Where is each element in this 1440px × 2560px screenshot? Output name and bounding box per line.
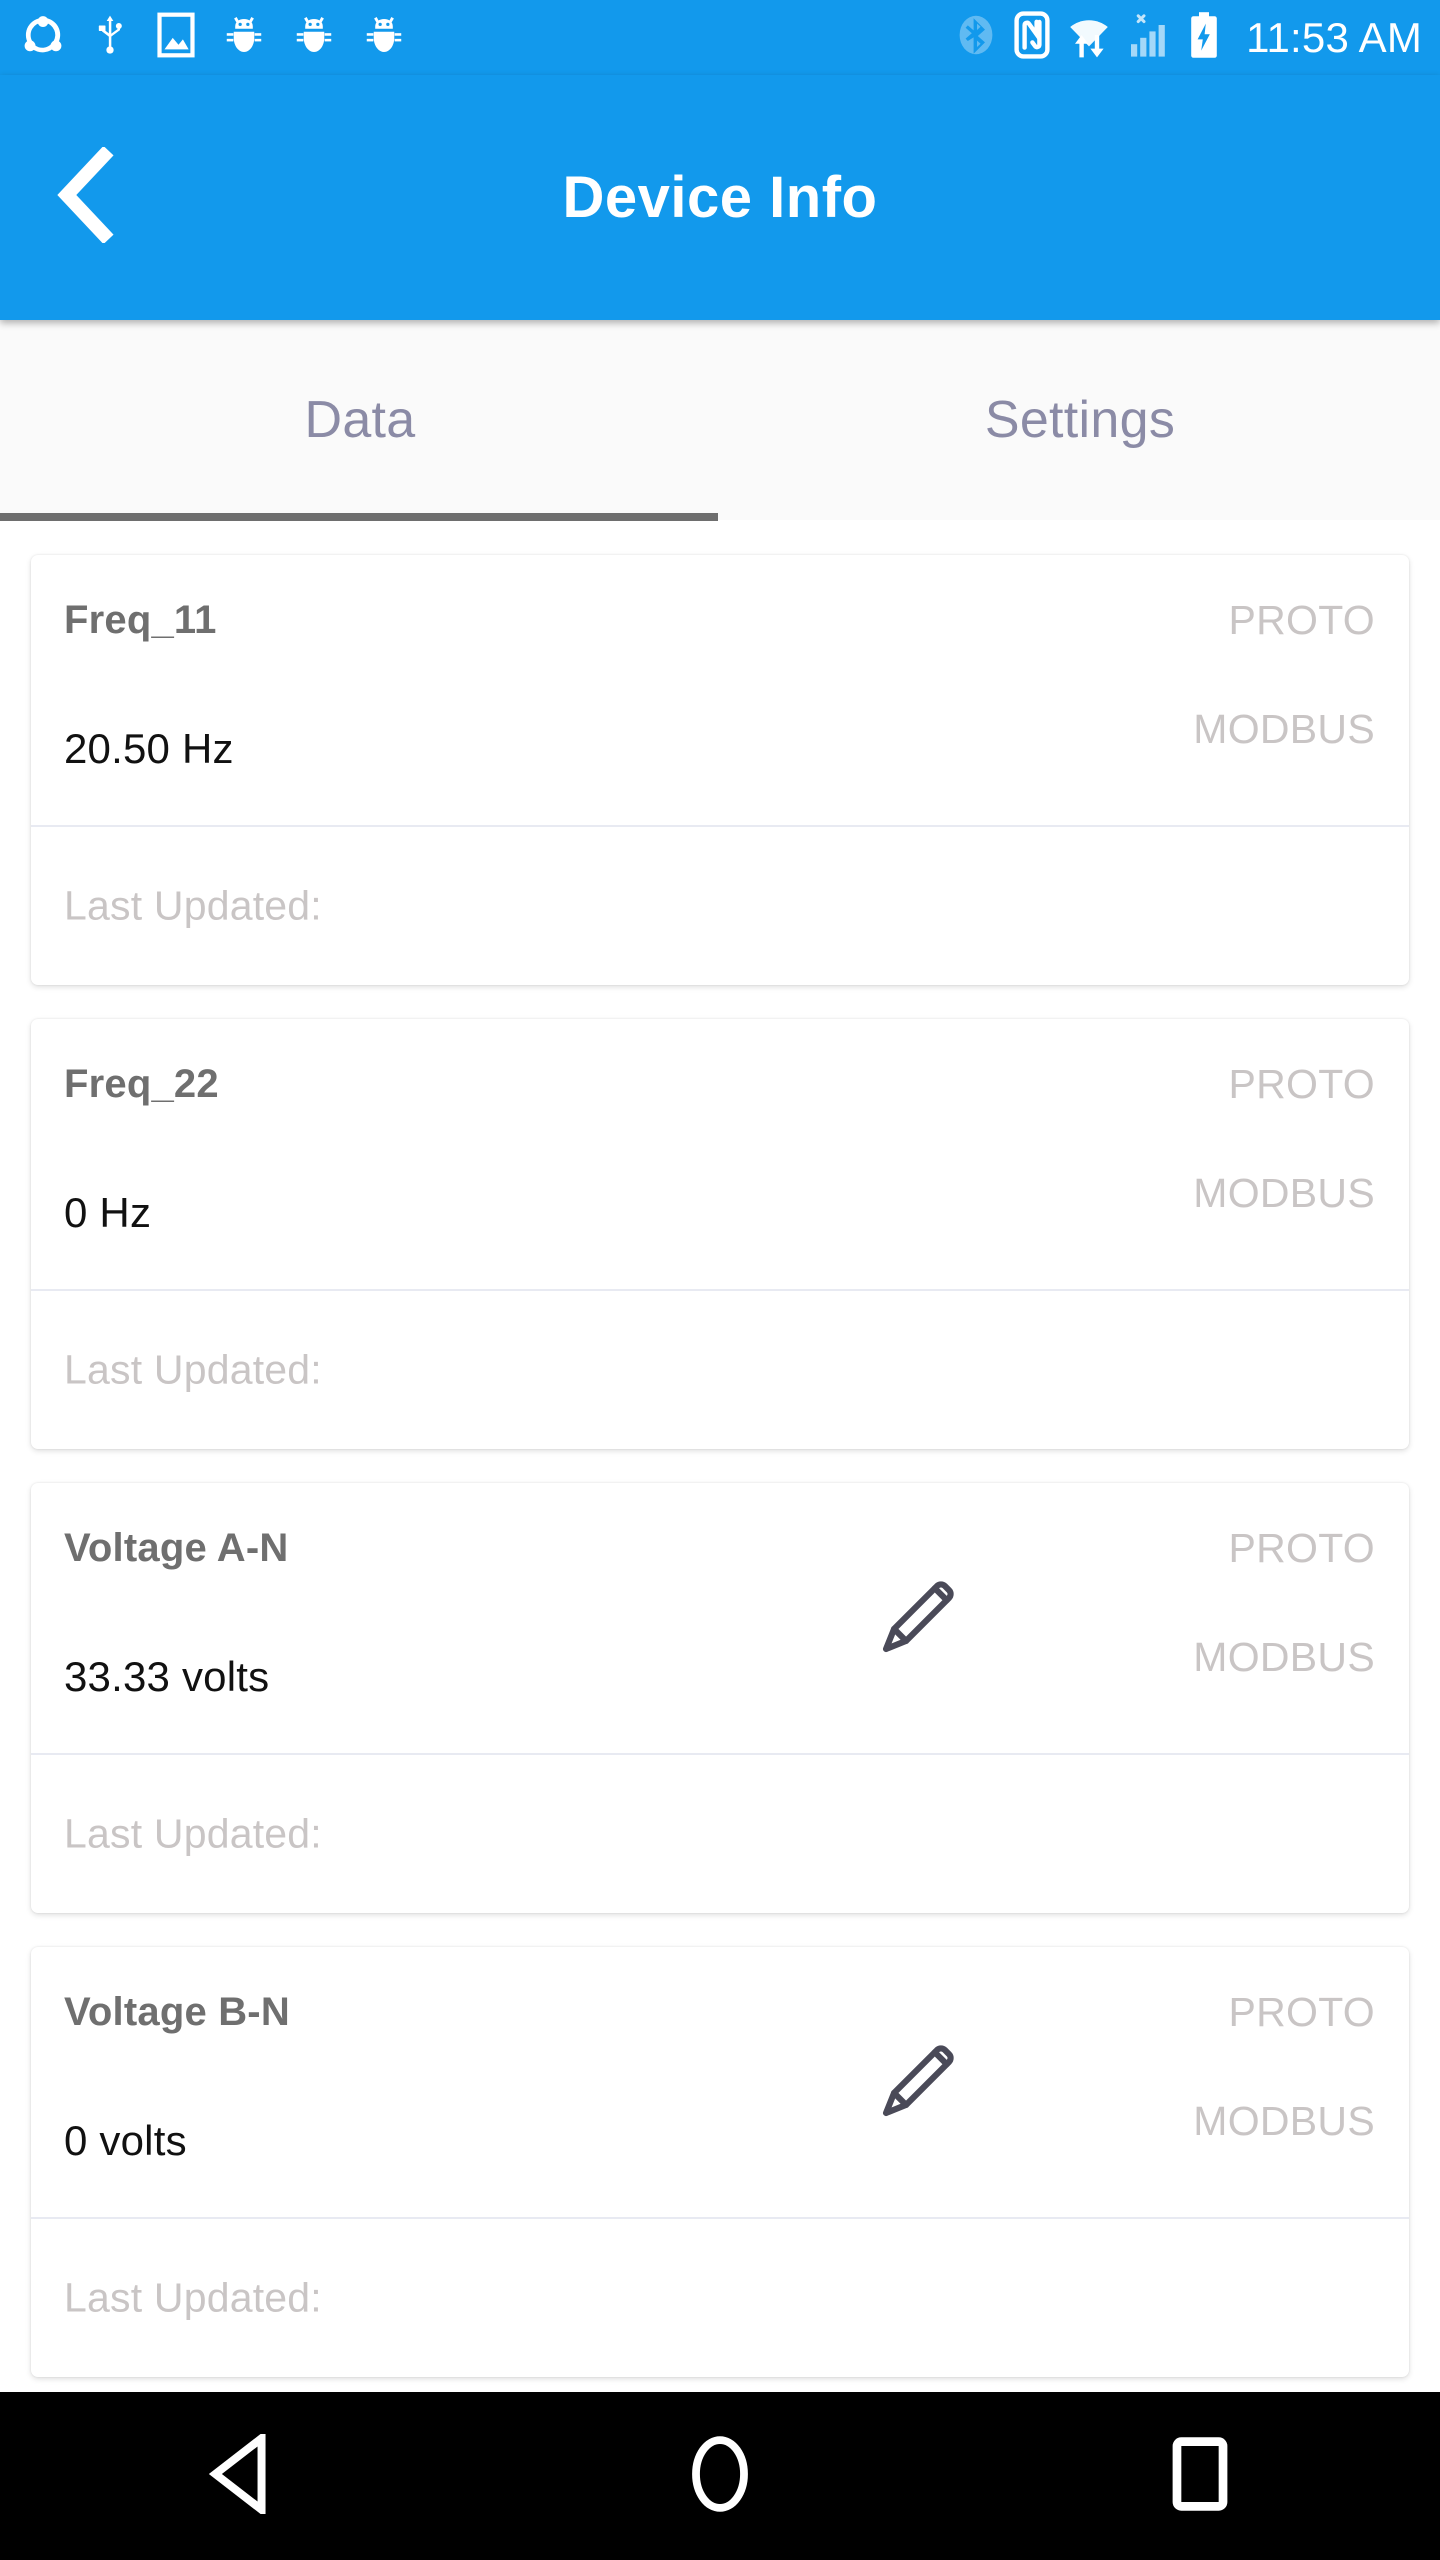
data-card-value: 33.33 volts xyxy=(64,1653,270,1700)
data-card-proto: PROTO xyxy=(1228,1525,1375,1571)
data-card[interactable]: Voltage B-N 0 volts PROTO MODBUS Last Up… xyxy=(31,1947,1409,2377)
cellular-signal-no-sim-icon xyxy=(1128,11,1172,64)
tab-active-indicator xyxy=(0,513,718,521)
data-card-modbus: MODBUS xyxy=(1193,706,1375,752)
data-card-body: Voltage B-N 0 volts PROTO MODBUS xyxy=(31,1947,1409,2217)
data-card-body: Freq_11 20.50 Hz PROTO MODBUS xyxy=(31,555,1409,825)
data-card-last-updated: Last Updated: xyxy=(64,882,322,929)
data-card-footer: Last Updated: xyxy=(31,827,1409,985)
bug-icon xyxy=(362,13,406,62)
data-card-value: 20.50 Hz xyxy=(64,725,234,772)
edit-value-button[interactable] xyxy=(843,1484,993,1754)
data-card-footer: Last Updated: xyxy=(31,1291,1409,1449)
data-card-modbus: MODBUS xyxy=(1193,1170,1375,1216)
status-bar: 11:53 AM xyxy=(0,0,1440,75)
status-bar-clock: 11:53 AM xyxy=(1246,13,1422,61)
data-card-proto: PROTO xyxy=(1228,1061,1375,1107)
data-card-footer: Last Updated: xyxy=(31,2219,1409,2377)
data-card-value: 0 volts xyxy=(64,2117,187,2164)
battery-charging-icon xyxy=(1189,11,1219,64)
nav-home-button[interactable] xyxy=(620,2392,820,2560)
data-card-proto: PROTO xyxy=(1228,597,1375,643)
pencil-edit-icon xyxy=(876,1575,960,1664)
home-circle-icon xyxy=(690,2434,750,2519)
tab-settings-label: Settings xyxy=(984,391,1176,449)
nav-recents-button[interactable] xyxy=(1100,2392,1300,2560)
data-card-body: Voltage A-N 33.33 volts PROTO MODBUS xyxy=(31,1483,1409,1753)
bug-icon xyxy=(222,13,266,62)
pencil-edit-icon xyxy=(876,2039,960,2128)
data-card[interactable]: Freq_11 20.50 Hz PROTO MODBUS Last Updat… xyxy=(31,555,1409,985)
device-info-screen: 11:53 AM Device Info Data Settings Freq_… xyxy=(0,0,1440,2560)
tab-bar: Data Settings xyxy=(0,320,1440,520)
status-bar-right-icons: 11:53 AM xyxy=(955,11,1422,64)
page-title: Device Info xyxy=(562,164,878,230)
share-sync-icon xyxy=(22,14,64,61)
nav-back-button[interactable] xyxy=(140,2392,340,2560)
bluetooth-icon xyxy=(955,11,997,64)
data-card-last-updated: Last Updated: xyxy=(64,1346,322,1393)
back-triangle-icon xyxy=(205,2429,275,2519)
bug-icon xyxy=(292,13,336,62)
android-navigation-bar xyxy=(0,2392,1440,2560)
recents-square-icon xyxy=(1172,2436,1228,2517)
data-card-modbus: MODBUS xyxy=(1193,2098,1375,2144)
data-card[interactable]: Freq_22 0 Hz PROTO MODBUS Last Updated: xyxy=(31,1019,1409,1449)
data-card-body: Freq_22 0 Hz PROTO MODBUS xyxy=(31,1019,1409,1289)
data-card-label: Voltage B-N xyxy=(64,1990,290,2034)
data-card-label: Freq_11 xyxy=(64,598,217,642)
nfc-icon xyxy=(1014,11,1050,64)
data-card[interactable]: Voltage A-N 33.33 volts PROTO MODBUS Las… xyxy=(31,1483,1409,1913)
wifi-transfer-icon xyxy=(1067,11,1111,64)
data-card-label: Voltage A-N xyxy=(64,1526,289,1570)
tab-data-label: Data xyxy=(304,391,416,449)
status-bar-left-icons xyxy=(22,12,406,63)
app-bar: Device Info xyxy=(0,75,1440,320)
data-card-proto: PROTO xyxy=(1228,1989,1375,2035)
data-card-last-updated: Last Updated: xyxy=(64,1810,322,1857)
tab-settings[interactable]: Settings xyxy=(720,320,1440,520)
data-card-value: 0 Hz xyxy=(64,1189,152,1236)
data-card-list[interactable]: Freq_11 20.50 Hz PROTO MODBUS Last Updat… xyxy=(0,521,1440,2392)
tab-data[interactable]: Data xyxy=(0,320,720,520)
data-card-label: Freq_22 xyxy=(64,1062,219,1106)
data-card-footer: Last Updated: xyxy=(31,1755,1409,1913)
edit-value-button[interactable] xyxy=(843,1948,993,2218)
data-card-last-updated: Last Updated: xyxy=(64,2274,322,2321)
usb-icon xyxy=(90,14,130,61)
data-card-modbus: MODBUS xyxy=(1193,1634,1375,1680)
image-screenshot-icon xyxy=(156,12,196,63)
